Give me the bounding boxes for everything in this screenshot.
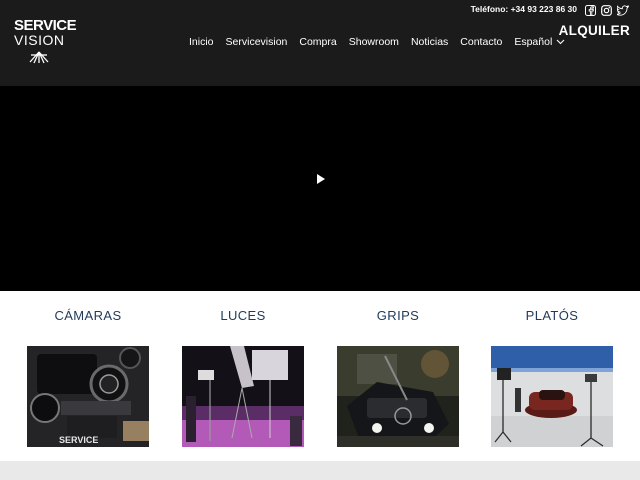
phone-number[interactable]: Teléfono: +34 93 223 86 30 (471, 4, 577, 14)
category-title-luces[interactable]: LUCES (182, 308, 304, 323)
svg-text:SERVICE: SERVICE (59, 435, 98, 445)
logo-line2: VISION (14, 32, 65, 48)
logo-emblem-icon (29, 51, 49, 64)
category-image-camaras[interactable]: SERVICE (27, 346, 149, 447)
nav-compra[interactable]: Compra (299, 36, 336, 48)
site-header: SERVICE VISION Teléfono: +34 93 223 86 3… (0, 0, 640, 86)
language-selector[interactable]: Español (514, 36, 565, 48)
instagram-icon[interactable] (601, 3, 612, 16)
nav-servicevision[interactable]: Servicevision (226, 36, 288, 48)
category-title-platos[interactable]: PLATÓS (491, 308, 613, 323)
logo-line1: SERVICE (14, 17, 77, 34)
chevron-down-icon (556, 39, 565, 45)
twitter-icon[interactable] (616, 3, 630, 16)
nav-noticias[interactable]: Noticias (411, 36, 448, 48)
category-title-camaras[interactable]: CÁMARAS (27, 308, 149, 323)
next-section-strip (0, 461, 640, 480)
category-title-grips[interactable]: GRIPS (337, 308, 459, 323)
category-image-grips[interactable] (337, 346, 459, 447)
main-nav: Inicio Servicevision Compra Showroom Not… (189, 36, 577, 48)
header-topbar: Teléfono: +34 93 223 86 30 (471, 2, 630, 16)
nav-inicio[interactable]: Inicio (189, 36, 214, 48)
hero-video[interactable] (0, 86, 640, 291)
facebook-icon[interactable] (585, 3, 596, 16)
nav-showroom[interactable]: Showroom (349, 36, 399, 48)
language-label: Español (514, 36, 553, 48)
play-icon[interactable] (317, 174, 325, 184)
category-image-platos[interactable] (491, 346, 613, 447)
category-image-luces[interactable] (182, 346, 304, 447)
nav-contacto[interactable]: Contacto (460, 36, 502, 48)
servicevision-logo[interactable]: SERVICE VISION (14, 17, 77, 72)
